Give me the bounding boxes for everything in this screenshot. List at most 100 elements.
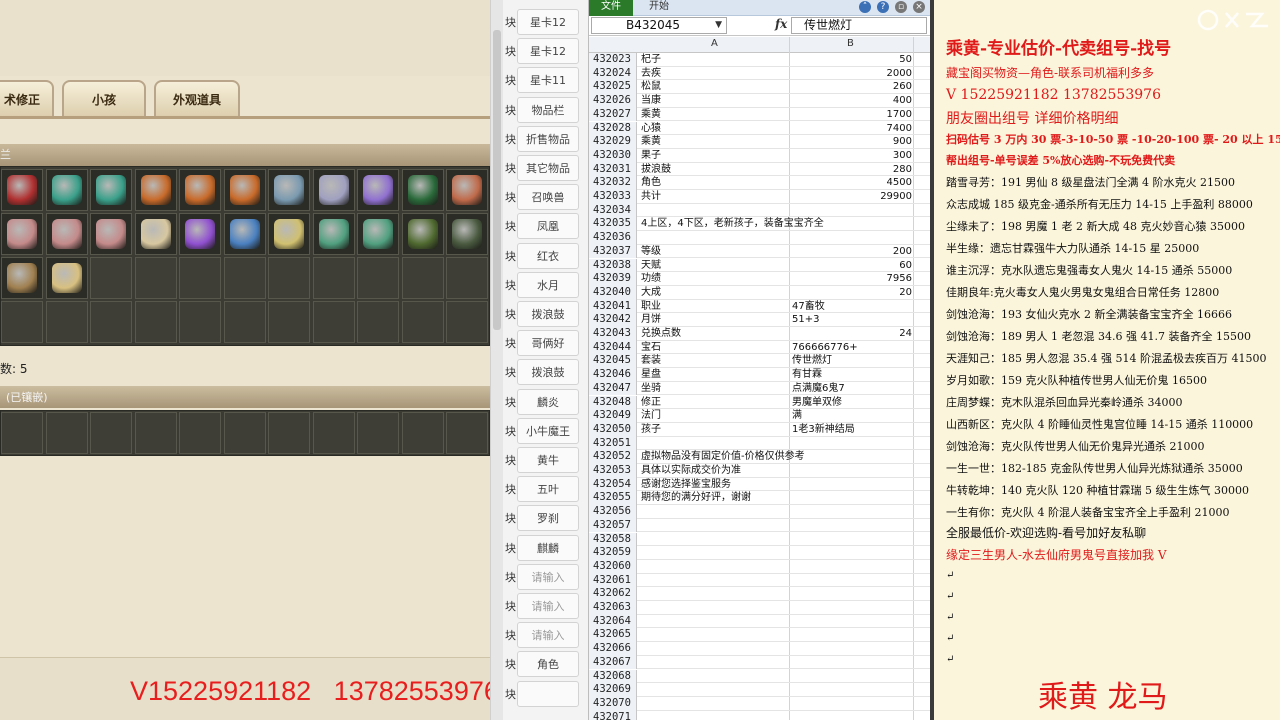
inventory-empty-slot[interactable] bbox=[223, 257, 266, 299]
category-button[interactable]: 麒麟 bbox=[517, 534, 579, 561]
inventory-item-slot[interactable] bbox=[179, 213, 221, 255]
cell-a[interactable]: 4上区，4下区，老新孩子，装备宝宝齐全 bbox=[641, 217, 824, 230]
row-number[interactable]: 432030 bbox=[589, 148, 637, 163]
row-number[interactable]: 432025 bbox=[589, 80, 637, 95]
row-number[interactable]: 432029 bbox=[589, 135, 637, 149]
row-number[interactable]: 432042 bbox=[589, 313, 637, 327]
category-button[interactable]: 红衣 bbox=[517, 242, 579, 269]
inventory-empty-slot[interactable] bbox=[90, 257, 132, 299]
inventory-item-slot[interactable] bbox=[90, 213, 132, 255]
embedded-slot[interactable] bbox=[401, 412, 444, 454]
row-number[interactable]: 432071 bbox=[589, 710, 637, 720]
inventory-empty-slot[interactable] bbox=[446, 301, 488, 343]
row-number[interactable]: 432036 bbox=[589, 231, 637, 245]
cell-b[interactable]: 300 bbox=[790, 149, 912, 162]
cell-b[interactable]: 60 bbox=[790, 259, 912, 272]
cell-a[interactable]: 套装 bbox=[641, 354, 789, 367]
row-number[interactable]: 432039 bbox=[589, 272, 637, 286]
row-number[interactable]: 432046 bbox=[589, 368, 637, 382]
inventory-item-slot[interactable] bbox=[312, 213, 355, 255]
row-number[interactable]: 432056 bbox=[589, 505, 637, 519]
row-number[interactable]: 432045 bbox=[589, 354, 637, 369]
inventory-item-slot[interactable] bbox=[45, 169, 88, 211]
cell-b[interactable]: 男魔单双修 bbox=[790, 396, 912, 409]
cell-b[interactable]: 47畜牧 bbox=[790, 300, 912, 313]
category-button[interactable]: 拨浪鼓 bbox=[517, 359, 579, 386]
inventory-empty-slot[interactable] bbox=[134, 257, 177, 299]
embedded-slot[interactable] bbox=[134, 412, 177, 454]
row-number[interactable]: 432049 bbox=[589, 409, 637, 423]
category-input[interactable]: 请输入 bbox=[517, 593, 579, 619]
inventory-item-slot[interactable] bbox=[223, 213, 266, 255]
row-number[interactable]: 432063 bbox=[589, 601, 637, 615]
inventory-empty-slot[interactable] bbox=[1, 301, 43, 343]
cell-a[interactable]: 虚拟物品没有固定价值-价格仅供参考 bbox=[641, 450, 805, 463]
embedded-slot[interactable] bbox=[312, 412, 355, 454]
cell-a[interactable]: 心猿 bbox=[641, 122, 789, 135]
category-button[interactable]: 麟炎 bbox=[517, 388, 579, 415]
cell-b[interactable]: 400 bbox=[790, 94, 912, 107]
inventory-empty-slot[interactable] bbox=[357, 257, 399, 299]
cell-a[interactable]: 坐骑 bbox=[641, 382, 789, 395]
inventory-item-slot[interactable] bbox=[45, 257, 88, 299]
row-number[interactable]: 432070 bbox=[589, 696, 637, 711]
file-tab[interactable]: 文件 bbox=[589, 0, 633, 16]
embedded-slot[interactable] bbox=[357, 412, 399, 454]
row-number[interactable]: 432052 bbox=[589, 450, 637, 464]
category-button[interactable]: 水月 bbox=[517, 271, 579, 298]
row-number[interactable]: 432037 bbox=[589, 244, 637, 259]
row-number[interactable]: 432061 bbox=[589, 573, 637, 588]
row-number[interactable]: 432040 bbox=[589, 285, 637, 300]
row-number[interactable]: 432034 bbox=[589, 203, 637, 218]
cell-b[interactable]: 900 bbox=[790, 135, 912, 148]
inventory-item-slot[interactable] bbox=[268, 213, 310, 255]
inventory-item-slot[interactable] bbox=[179, 169, 221, 211]
category-button[interactable]: 小牛魔王 bbox=[517, 417, 579, 444]
embedded-slot[interactable] bbox=[1, 412, 43, 454]
embedded-slot[interactable] bbox=[45, 412, 88, 454]
category-button[interactable]: 哥俩好 bbox=[517, 330, 579, 357]
cell-a[interactable]: 感谢您选择鉴宝服务 bbox=[641, 478, 789, 491]
row-number[interactable]: 432059 bbox=[589, 546, 637, 560]
inventory-item-slot[interactable] bbox=[401, 169, 444, 211]
help-icon[interactable]: ? bbox=[877, 1, 889, 13]
inventory-empty-slot[interactable] bbox=[179, 257, 221, 299]
row-number[interactable]: 432058 bbox=[589, 532, 637, 547]
row-number[interactable]: 432048 bbox=[589, 395, 637, 410]
category-button[interactable]: 召唤兽 bbox=[517, 184, 579, 211]
row-number[interactable]: 432051 bbox=[589, 436, 637, 451]
cell-a[interactable]: 宝石 bbox=[641, 341, 789, 354]
row-number[interactable]: 432023 bbox=[589, 53, 637, 67]
category-button[interactable]: 角色 bbox=[517, 651, 579, 678]
row-number[interactable]: 432026 bbox=[589, 94, 637, 108]
cell-b[interactable]: 50 bbox=[790, 53, 912, 66]
cell-b[interactable]: 传世燃灯 bbox=[790, 354, 912, 367]
row-number[interactable]: 432035 bbox=[589, 217, 637, 232]
home-tab[interactable]: 开始 bbox=[649, 0, 669, 14]
row-number[interactable]: 432069 bbox=[589, 683, 637, 697]
cell-a[interactable]: 去疾 bbox=[641, 67, 789, 80]
cell-a[interactable]: 天赋 bbox=[641, 259, 789, 272]
cell-a[interactable]: 杞子 bbox=[641, 53, 789, 66]
inventory-empty-slot[interactable] bbox=[268, 257, 310, 299]
cell-a[interactable]: 乘黄 bbox=[641, 135, 789, 148]
inventory-item-slot[interactable] bbox=[401, 213, 444, 255]
cell-a[interactable]: 角色 bbox=[641, 176, 789, 189]
minimize-ribbon-icon[interactable]: ˄ bbox=[859, 1, 871, 13]
inventory-item-slot[interactable] bbox=[312, 169, 355, 211]
scrollbar-thumb[interactable] bbox=[493, 30, 501, 330]
category-button[interactable]: 星卡12 bbox=[517, 9, 579, 35]
cell-a[interactable]: 当康 bbox=[641, 94, 789, 107]
name-box[interactable]: B432045 ▼ bbox=[591, 17, 727, 34]
inventory-item-slot[interactable] bbox=[1, 169, 43, 211]
category-button[interactable]: 黄牛 bbox=[517, 447, 579, 473]
category-button[interactable]: 罗刹 bbox=[517, 505, 579, 532]
inventory-empty-slot[interactable] bbox=[223, 301, 266, 343]
category-button[interactable]: 星卡11 bbox=[517, 67, 579, 94]
cell-b[interactable]: 766666776+ bbox=[790, 341, 912, 354]
row-number[interactable]: 432065 bbox=[589, 628, 637, 643]
inventory-item-slot[interactable] bbox=[223, 169, 266, 211]
inventory-item-slot[interactable] bbox=[446, 213, 488, 255]
category-button[interactable]: 凤凰 bbox=[517, 213, 579, 240]
cell-a[interactable]: 职业 bbox=[641, 300, 789, 313]
